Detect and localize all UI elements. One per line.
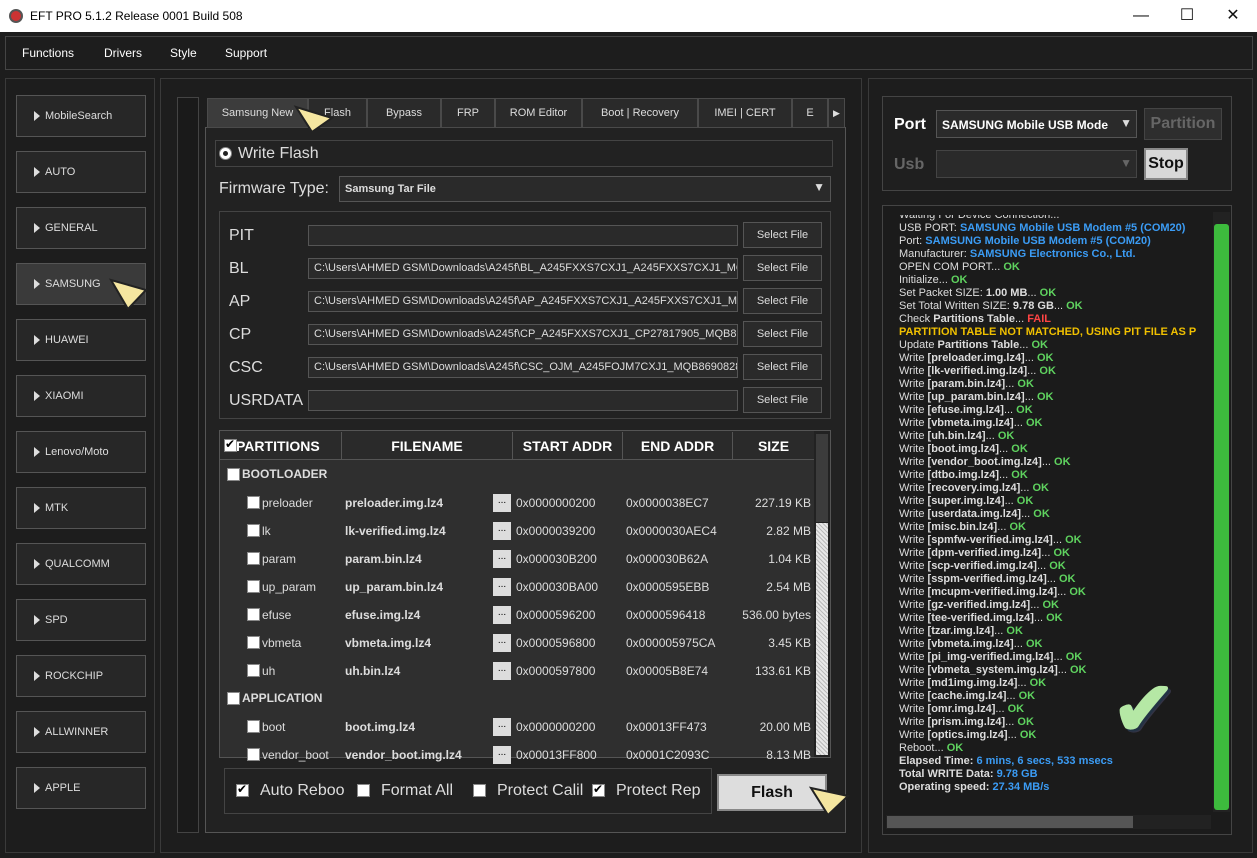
- pointer-icon: [808, 786, 851, 817]
- pointer-icon: [293, 105, 335, 134]
- pointer-arrows: [108, 105, 851, 817]
- pointer-icon: [108, 278, 148, 311]
